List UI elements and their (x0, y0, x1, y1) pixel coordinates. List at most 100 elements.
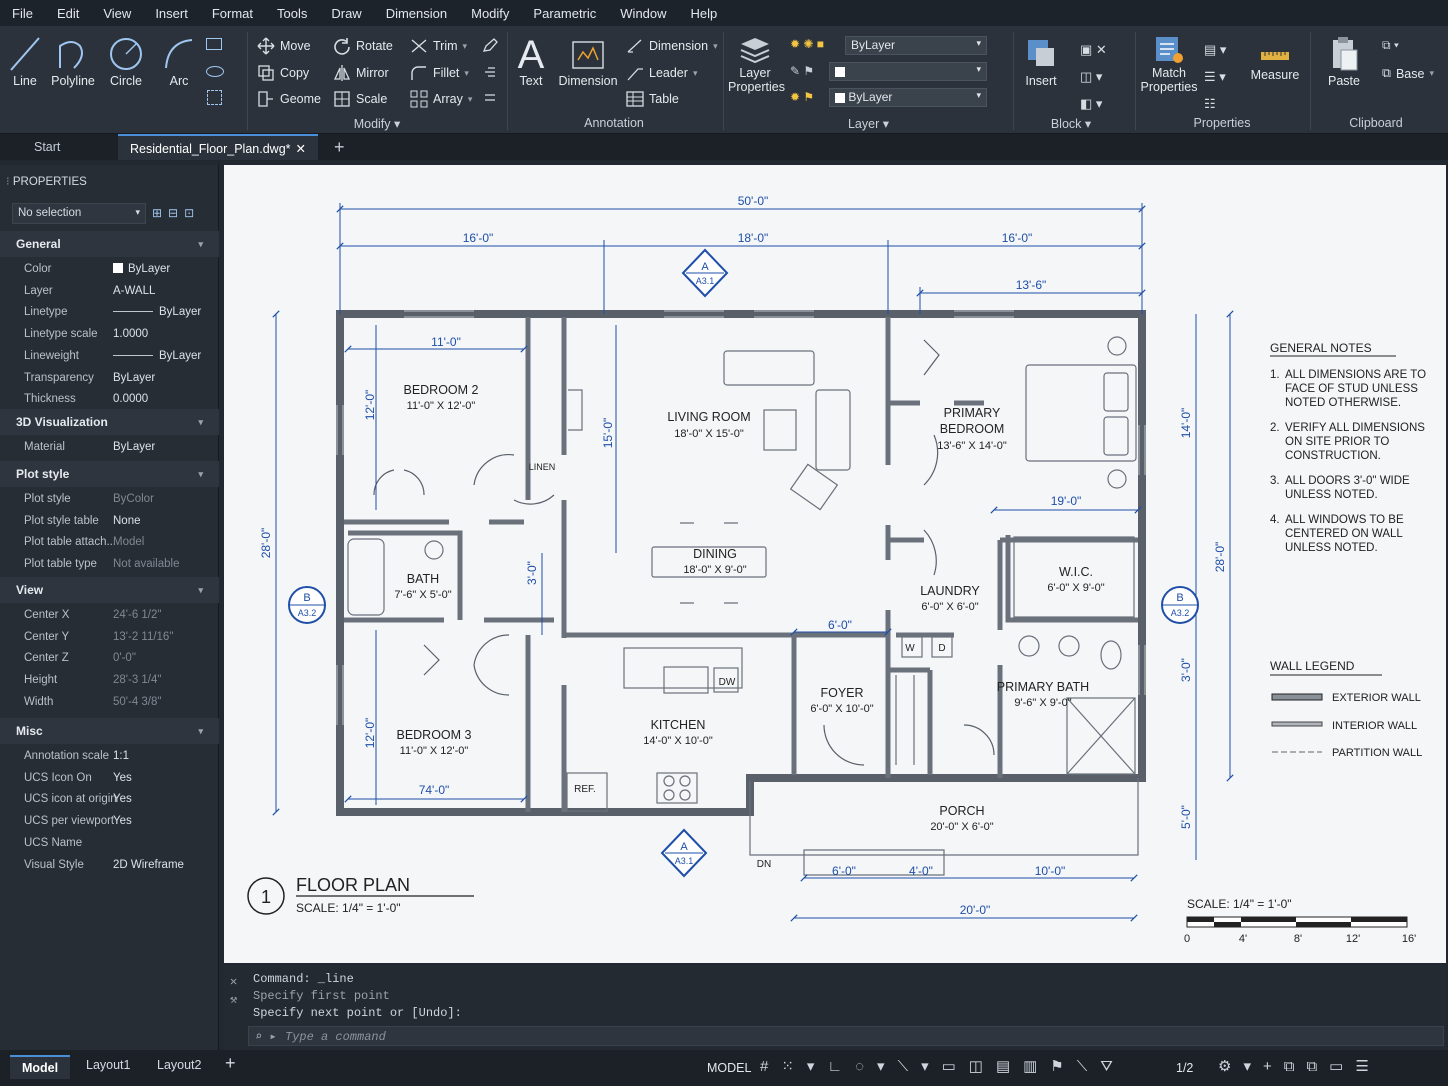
offset-button[interactable] (482, 90, 498, 106)
property-row-height[interactable]: Height 28'-3 1/4" (0, 670, 219, 691)
menu-parametric[interactable]: Parametric (521, 6, 608, 21)
rectangle-icon[interactable] (206, 38, 222, 50)
menu-insert[interactable]: Insert (143, 6, 200, 21)
scale-button[interactable]: Scale (333, 90, 387, 108)
section-header-plot[interactable]: Plot style ▾ (0, 461, 219, 487)
menu-tools[interactable]: Tools (265, 6, 319, 21)
circle-button[interactable]: Circle (106, 34, 146, 88)
property-row-center-y[interactable]: Center Y 13'-2 11/16" (0, 627, 219, 648)
drafting-toggles[interactable]: #⁙▾∟◌▾⟍▾▭◫▤▥⚑⟍⛛ (760, 1057, 1126, 1075)
copy-clip-icon[interactable]: ⧉ ▾ (1382, 38, 1399, 53)
layer-dropdown[interactable]: ByLayer ▾ (845, 36, 987, 55)
copy-button[interactable]: Copy (257, 64, 309, 82)
arc-button[interactable]: Arc (160, 34, 198, 88)
trim-button[interactable]: Trim ▾ (410, 37, 467, 55)
menu-help[interactable]: Help (679, 6, 730, 21)
section-header-general[interactable]: General ▾ (0, 231, 219, 257)
property-row-visual-style[interactable]: Visual Style 2D Wireframe (0, 855, 219, 876)
paste-button[interactable]: Paste (1318, 34, 1370, 88)
polyline-button[interactable]: Polyline (50, 34, 96, 88)
modify-group-label[interactable]: Modify ▾ (250, 116, 504, 131)
section-marker-right[interactable]: B A3.2 (1161, 586, 1199, 624)
layout-tab-2[interactable]: Layout2 (157, 1058, 201, 1072)
annotation-group-label[interactable]: Annotation (508, 116, 720, 130)
hatch-icon[interactable] (207, 90, 222, 105)
section-marker-bottom[interactable]: A A3.1 (660, 828, 708, 878)
property-row-transparency[interactable]: Transparency ByLayer (0, 368, 219, 389)
section-header-misc[interactable]: Misc ▾ (0, 718, 219, 744)
properties-group-label[interactable]: Properties (1137, 116, 1307, 130)
clipboard-group-label[interactable]: Clipboard (1312, 116, 1440, 130)
section-marker-left[interactable]: B A3.2 (288, 586, 326, 624)
linetype-dropdown[interactable]: ByLayer ▾ (829, 88, 987, 107)
property-row-layer[interactable]: Layer A-WALL (0, 281, 219, 302)
leader-button[interactable]: Leader ▾ (626, 64, 697, 82)
property-row-width[interactable]: Width 50'-4 3/8" (0, 692, 219, 713)
layer-group-label[interactable]: Layer ▾ (726, 116, 1011, 131)
close-tab-icon[interactable]: ✕ (296, 136, 306, 162)
property-row-ucs-name[interactable]: UCS Name (0, 833, 219, 854)
erase-button[interactable] (482, 37, 498, 53)
annotation-scale[interactable]: 1/2 (1176, 1061, 1193, 1075)
menu-window[interactable]: Window (608, 6, 678, 21)
property-row-linetype[interactable]: Linetype ByLayer (0, 302, 219, 323)
fillet-button[interactable]: Fillet ▾ (410, 64, 469, 82)
section-marker-top[interactable]: A A3.1 (681, 248, 729, 298)
menu-format[interactable]: Format (200, 6, 265, 21)
section-header-viz[interactable]: 3D Visualization ▾ (0, 409, 219, 435)
selection-tools-icons[interactable]: ⊞⊟⊡ (152, 206, 200, 220)
stretch-button[interactable]: Geome (257, 90, 321, 108)
layer-tools-icons[interactable]: ✎ ⚑ (790, 64, 814, 78)
menu-draw[interactable]: Draw (319, 6, 373, 21)
property-row-ucs-icon-on[interactable]: UCS Icon On Yes (0, 768, 219, 789)
status-tools[interactable]: ⚙▾+⧉⧉▭☰ (1218, 1057, 1381, 1075)
layout-tab-model[interactable]: Model (10, 1055, 70, 1079)
color-dropdown[interactable]: ▾ (829, 62, 987, 81)
property-row-ucs-icon-at-origin[interactable]: UCS icon at origin Yes (0, 789, 219, 810)
layer-state-icons[interactable]: ✹ ✺ ■ (790, 37, 824, 51)
explode-button[interactable] (482, 64, 498, 80)
ellipse-icon[interactable] (206, 66, 224, 77)
drawing-canvas[interactable]: 50'-0" 16'-0" 18'-0" 16'-0" 13'-6" 11'-0… (224, 165, 1446, 963)
block-tools-icons[interactable]: ▣ ✕ ◫ ▾ ◧ ▾ (1080, 36, 1107, 117)
new-tab-button[interactable]: + (322, 134, 357, 160)
property-row-plot-table-attach-[interactable]: Plot table attach... Model (0, 532, 219, 553)
menu-modify[interactable]: Modify (459, 6, 521, 21)
section-header-view[interactable]: View ▾ (0, 577, 219, 603)
property-row-ucs-per-viewport[interactable]: UCS per viewport Yes (0, 811, 219, 832)
property-row-material[interactable]: Material ByLayer (0, 437, 219, 458)
mirror-button[interactable]: Mirror (333, 64, 389, 82)
property-row-linetype-scale[interactable]: Linetype scale 1.0000 (0, 324, 219, 345)
block-group-label[interactable]: Block ▾ (1016, 116, 1126, 131)
selection-dropdown[interactable]: No selection ▾ (12, 203, 146, 224)
property-row-color[interactable]: Color ByLayer (0, 259, 219, 280)
line-button[interactable]: Line (6, 34, 44, 88)
menu-edit[interactable]: Edit (45, 6, 91, 21)
property-row-annotation-scale[interactable]: Annotation scale 1:1 (0, 746, 219, 767)
dimension-small-button[interactable]: Dimension ▾ (626, 37, 718, 55)
menu-view[interactable]: View (91, 6, 143, 21)
rotate-button[interactable]: Rotate (333, 37, 393, 55)
table-button[interactable]: Table (626, 90, 679, 108)
property-row-plot-table-type[interactable]: Plot table type Not available (0, 554, 219, 575)
menu-dimension[interactable]: Dimension (374, 6, 459, 21)
new-layout-button[interactable]: + (225, 1053, 236, 1074)
base-button[interactable]: ⧉ Base ▾ (1382, 66, 1434, 81)
move-button[interactable]: Move (257, 37, 311, 55)
property-row-lineweight[interactable]: Lineweight ByLayer (0, 346, 219, 367)
layer-match-icons[interactable]: ✹ ⚑ (790, 90, 814, 104)
text-button[interactable]: A Text (513, 32, 549, 88)
property-row-plot-style-table[interactable]: Plot style table None (0, 511, 219, 532)
menu-file[interactable]: File (0, 6, 45, 21)
measure-button[interactable]: Measure (1246, 44, 1304, 82)
property-row-thickness[interactable]: Thickness 0.0000 (0, 389, 219, 410)
tab-start[interactable]: Start (22, 134, 72, 160)
property-row-center-x[interactable]: Center X 24'-6 1/2" (0, 605, 219, 626)
command-window-controls[interactable]: ✕ ⚒ (230, 973, 237, 1009)
array-button[interactable]: Array ▾ (410, 90, 472, 108)
dimension-button[interactable]: Dimension (556, 34, 620, 88)
model-space-toggle[interactable]: MODEL (707, 1061, 751, 1075)
insert-button[interactable]: Insert (1018, 34, 1064, 88)
layer-properties-button[interactable]: Layer Properties (728, 34, 785, 94)
match-properties-button[interactable]: Match Properties (1140, 34, 1198, 94)
